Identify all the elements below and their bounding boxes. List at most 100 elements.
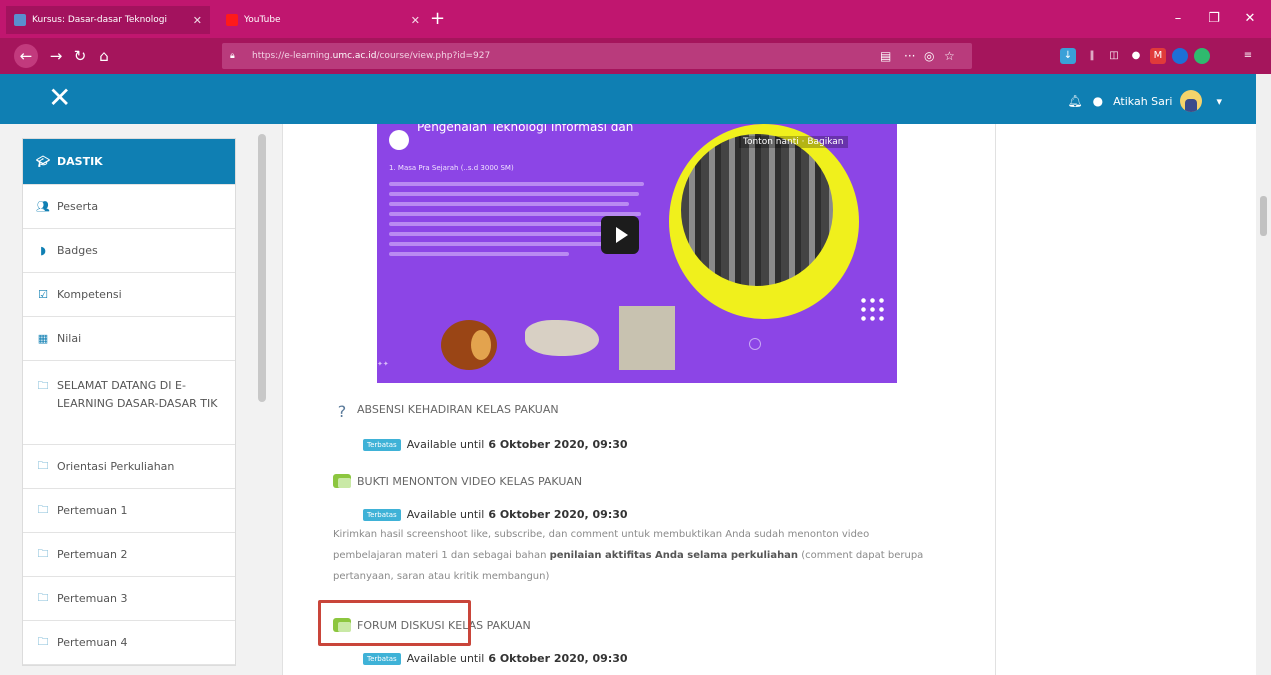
sidebar-item-pertemuan-4[interactable]: 🗀 Pertemuan 4 [23,621,235,665]
minimize-icon[interactable]: – [1160,0,1196,38]
horn-image [525,320,599,356]
menu-icon[interactable]: ≡ [1240,48,1256,64]
avatar[interactable] [1180,90,1203,112]
dots-decoration [859,296,887,322]
user-name[interactable]: Atikah Sari [1113,95,1172,108]
available-text: Available until [406,508,485,521]
close-tab-icon[interactable]: ✕ [193,14,202,27]
library-icon[interactable]: ‖ [1084,48,1100,64]
forward-icon[interactable]: → [44,44,68,68]
restore-icon[interactable]: ❐ [1196,0,1232,38]
scrollbar-thumb[interactable] [258,134,266,402]
sidebar-item-pertemuan-2[interactable]: 🗀 Pertemuan 2 [23,533,235,577]
chevron-down-icon[interactable]: ▾ [1216,95,1222,108]
window-close-icon[interactable]: ✕ [1232,0,1268,38]
sidebar-item-label: Peserta [57,200,99,213]
tab-youtube[interactable]: YouTube ✕ [218,6,428,34]
extension-icon[interactable]: ● [1128,48,1144,64]
video-logo: ✦✦ [377,360,389,368]
users-icon: 👥︎ [36,200,50,213]
pocket-icon[interactable]: ◎ [924,43,934,69]
restriction-badge: Terbatas [363,438,401,451]
browser-navbar: ← → ↻ ⌂ 🔒︎ https://e-learning.umc.ac.id/… [0,38,1271,74]
table-icon: ▦ [37,332,49,345]
folder-icon: 🗀 [37,459,49,472]
watch-later-share[interactable]: Tonton nanti · Bagikan [739,136,848,148]
sidebar-item-label: Nilai [57,332,82,345]
sidebar-item-peserta[interactable]: 👥︎ Peserta [23,185,235,229]
sidebar-item-label: SELAMAT DATANG DI E-LEARNING DASAR-DASAR… [57,379,218,410]
available-date: 6 Oktober 2020, 09:30 [488,652,628,665]
folder-icon: 🗀 [37,635,49,648]
video-photo [677,130,837,290]
reload-icon[interactable]: ↻ [68,44,92,68]
activity-bukti-menonton[interactable]: BUKTI MENONTON VIDEO KELAS PAKUAN [333,474,582,488]
folder-icon: 🗀 [37,547,49,560]
restriction-badge: Terbatas [363,508,401,521]
browser-tab-strip: Kursus: Dasar-dasar Teknologi ✕ YouTube … [0,0,1271,38]
reader-view-icon[interactable]: ▤ [880,43,891,69]
restriction-badge: Terbatas [363,652,401,665]
sidebar-item-pertemuan-1[interactable]: 🗀 Pertemuan 1 [23,489,235,533]
activity-description: Kirimkan hasil screenshoot like, subscri… [333,524,933,587]
availability-forum: Terbatas Available until 6 Oktober 2020,… [363,652,628,665]
sidebar-item-badges[interactable]: ◗ Badges [23,229,235,273]
user-menu[interactable]: 🔔︎ ● Atikah Sari ▾ [1067,90,1222,112]
sidebar-item-orientasi[interactable]: 🗀 Orientasi Perkuliahan [23,445,235,489]
url-prefix: https://e-learning. [252,51,333,61]
activity-name[interactable]: BUKTI MENONTON VIDEO KELAS PAKUAN [357,475,582,488]
close-drawer-icon[interactable]: ✕ [48,82,71,114]
sidebar-item-label: Pertemuan 1 [57,504,128,517]
available-date: 6 Oktober 2020, 09:30 [488,508,628,521]
forum-icon [333,474,351,488]
url-domain: umc.ac.id [332,51,377,61]
lock-icon: 🔒︎ [230,51,235,61]
sidebar-item-nilai[interactable]: ▦ Nilai [23,317,235,361]
extension-blue-icon[interactable] [1172,48,1188,64]
download-icon[interactable]: ↓ [1060,48,1076,64]
youtube-favicon-icon [226,14,238,26]
site-header: ✕ 🔔︎ ● Atikah Sari ▾ [0,74,1256,124]
sidebar-item-pertemuan-3[interactable]: 🗀 Pertemuan 3 [23,577,235,621]
messages-icon[interactable]: ● [1093,94,1103,108]
mega-extension-icon[interactable]: M [1150,48,1166,64]
sidebar-item-kompetensi[interactable]: ☑ Kompetensi [23,273,235,317]
tab-course[interactable]: Kursus: Dasar-dasar Teknologi ✕ [6,6,210,34]
sidebar-item-selamat-datang[interactable]: 🗀 SELAMAT DATANG DI E-LEARNING DASAR-DASA… [23,361,235,445]
page-actions-icon[interactable]: ··· [904,43,915,69]
url-bar[interactable]: 🔒︎ https://e-learning.umc.ac.id/course/v… [222,43,972,69]
sidebar-item-label: Orientasi Perkuliahan [57,460,175,473]
course-content: Pengenalan Teknologi Informasi dan Tonto… [282,124,996,675]
checklist-icon: ☑ [38,288,48,301]
available-text: Available until [406,438,485,451]
scrollbar-thumb[interactable] [1260,196,1267,236]
drawer-scrollbar[interactable] [256,124,268,675]
bookmark-star-icon[interactable]: ☆ [944,43,955,69]
sidebar-item-label: DASTIK [57,155,103,168]
tab-title: YouTube [244,15,281,25]
extension-green-icon[interactable] [1194,48,1210,64]
channel-avatar[interactable] [389,130,409,150]
close-tab-icon[interactable]: ✕ [411,14,420,27]
course-navigation: 🎓︎ DASTIK 👥︎ Peserta ◗ Badges ☑ Kompetensi ▦… [22,138,236,666]
folder-icon: 🗀 [37,503,49,516]
tab-title: Kursus: Dasar-dasar Teknologi [32,15,167,25]
availability-absensi: Terbatas Available until 6 Oktober 2020,… [363,438,628,451]
page-scrollbar[interactable] [1256,74,1271,675]
video-title[interactable]: Pengenalan Teknologi Informasi dan [417,124,633,134]
activity-name[interactable]: ABSENSI KEHADIRAN KELAS PAKUAN [357,403,559,416]
new-tab-icon[interactable]: + [430,6,445,32]
highlight-box [318,600,471,646]
sidebar-toggle-icon[interactable]: ◫ [1106,48,1122,64]
sidebar-item-label: Pertemuan 4 [57,636,128,649]
embedded-video[interactable]: Pengenalan Teknologi Informasi dan Tonto… [377,124,897,383]
notification-bell-icon[interactable]: 🔔︎ [1067,94,1082,108]
sidebar-item-dastik[interactable]: 🎓︎ DASTIK [23,139,235,185]
activity-absensi[interactable]: ? ABSENSI KEHADIRAN KELAS PAKUAN [333,402,559,421]
back-icon[interactable]: ← [14,44,38,68]
sidebar-item-label: Kompetensi [57,288,122,301]
relief-image [619,306,675,370]
home-icon[interactable]: ⌂ [92,44,116,68]
folder-icon: 🗀 [37,591,49,604]
play-button-icon[interactable] [601,216,639,254]
